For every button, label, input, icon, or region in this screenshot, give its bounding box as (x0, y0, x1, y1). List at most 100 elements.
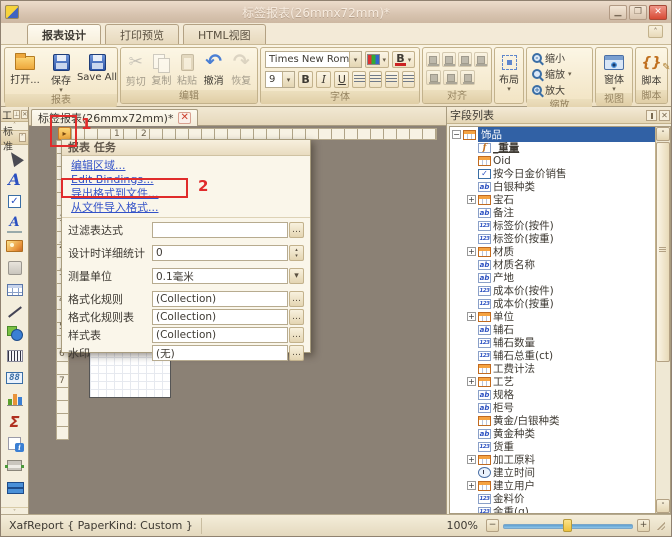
zoom-out-button[interactable]: - 缩小 (530, 50, 589, 65)
field-list-scrollbar[interactable]: ˄ ˅ (655, 127, 670, 513)
expander-icon[interactable]: + (467, 312, 476, 321)
chevron-down-icon[interactable]: ▾ (289, 268, 304, 284)
ribbon-tab-2[interactable]: 打印预览 (105, 24, 179, 44)
line-tool[interactable] (4, 303, 26, 320)
italic-button[interactable]: I (316, 71, 331, 88)
field-list-item[interactable]: +工艺 (450, 375, 655, 388)
zoom-in-button[interactable]: + 放大 (530, 82, 589, 97)
field-list-item[interactable]: 建立时间 (450, 466, 655, 479)
scroll-down-icon[interactable]: ˅ (656, 499, 670, 513)
expander-icon[interactable]: + (467, 195, 476, 204)
field-list-item[interactable]: ab材质名称 (450, 258, 655, 271)
copy-button[interactable]: 复制 (149, 50, 175, 87)
panel-tool[interactable] (4, 259, 26, 276)
picture-tool[interactable] (4, 237, 26, 254)
field-list-item[interactable]: ab辅石 (450, 323, 655, 336)
popup-field-editor[interactable]: (Collection) (152, 291, 288, 307)
field-list-item[interactable]: ab白银种类 (450, 180, 655, 193)
summary-tool[interactable]: Σ (4, 413, 26, 430)
align-right-button[interactable] (385, 71, 398, 88)
popup-link-4[interactable]: 从文件导入格式... (62, 201, 310, 215)
checkbox-tool[interactable]: ✓ (4, 193, 26, 210)
highlight-color-button[interactable]: ▾ (365, 51, 389, 68)
toolbox-category-standard[interactable]: 标准 ˄ (1, 130, 28, 145)
label-tool[interactable]: A (4, 171, 26, 188)
close-icon[interactable]: ✕ (21, 110, 28, 119)
field-list-item[interactable]: f_重量 (450, 141, 655, 154)
redo-button[interactable]: ↷ 恢复 (227, 50, 255, 87)
layout-button[interactable]: 布局 ▾ (497, 50, 521, 91)
ellipsis-button[interactable]: … (289, 222, 304, 238)
open-button[interactable]: 打开... (7, 50, 43, 86)
field-list-item[interactable]: +材质 (450, 245, 655, 258)
align-tops-button[interactable] (474, 52, 488, 67)
ellipsis-button[interactable]: … (289, 345, 304, 361)
paste-button[interactable]: 粘贴 (174, 50, 200, 87)
maximize-button[interactable]: ❐ (629, 5, 647, 20)
popup-field-editor[interactable]: (无) (152, 345, 288, 361)
font-color-button[interactable]: B ▾ (392, 51, 416, 68)
field-list-item[interactable]: ab规格 (450, 388, 655, 401)
expander-icon[interactable]: + (467, 481, 476, 490)
field-list-item[interactable]: ✓按今日金价销售 (450, 167, 655, 180)
save-button[interactable]: 保存 ▾ (43, 50, 79, 92)
align-middles-button[interactable] (426, 70, 441, 85)
script-button[interactable]: {} 脚本 (638, 50, 665, 87)
undo-button[interactable]: ↶ 撤消 (200, 50, 228, 87)
expander-icon[interactable]: + (467, 377, 476, 386)
field-list-item[interactable]: 123货重 (450, 440, 655, 453)
scrollbar-thumb[interactable] (656, 142, 670, 362)
table-tool[interactable] (4, 281, 26, 298)
shape-tool[interactable] (4, 325, 26, 342)
popup-field-editor[interactable]: (Collection) (152, 327, 288, 343)
collapse-icon[interactable]: − (452, 130, 461, 139)
zoom-minus-button[interactable]: − (486, 519, 499, 532)
pin-icon[interactable]: ⊥ (13, 110, 20, 119)
zoom-slider-thumb[interactable] (563, 519, 572, 532)
chevron-down-icon[interactable]: ▾ (349, 52, 361, 67)
digital-tool[interactable]: 88 (4, 369, 26, 386)
ribbon-tab-3[interactable]: HTML视图 (183, 24, 266, 44)
chevron-down-icon[interactable]: ▾ (282, 72, 294, 87)
pointer-tool[interactable] (4, 149, 26, 166)
font-name-combo[interactable]: Times New Roman ▾ (265, 51, 362, 68)
document-tab-close-icon[interactable]: ✕ (178, 112, 190, 124)
field-list-item[interactable]: +加工原料 (450, 453, 655, 466)
field-list-item[interactable]: ab黄金种类 (450, 427, 655, 440)
ellipsis-button[interactable]: … (289, 309, 304, 325)
field-list-item[interactable]: 工费计法 (450, 362, 655, 375)
pin-icon[interactable] (646, 110, 657, 121)
ellipsis-button[interactable]: … (289, 291, 304, 307)
expander-icon[interactable]: + (467, 247, 476, 256)
field-list-item[interactable]: 123金重(g) (450, 505, 655, 513)
align-lefts-button[interactable] (426, 52, 440, 67)
spin-up-icon[interactable]: ▴ (295, 248, 298, 253)
field-list-item[interactable]: +建立用户 (450, 479, 655, 492)
field-list-item[interactable]: +单位 (450, 310, 655, 323)
richtext-tool[interactable]: A (4, 215, 26, 232)
align-rights-button[interactable] (458, 52, 472, 67)
expander-icon[interactable]: + (467, 455, 476, 464)
font-size-combo[interactable]: 9 ▾ (265, 71, 295, 88)
minimize-button[interactable]: ▁ (609, 5, 627, 20)
close-icon[interactable]: ✕ (659, 110, 670, 121)
barcode-tool[interactable] (4, 347, 26, 364)
close-button[interactable]: ✕ (649, 5, 667, 20)
field-list-item[interactable]: 123金料价 (450, 492, 655, 505)
cut-button[interactable]: ✂ 剪切 (123, 50, 149, 88)
align-bottoms-button[interactable] (443, 70, 458, 85)
pageinfo-tool[interactable] (4, 435, 26, 452)
popup-link-1[interactable]: 编辑区域... (62, 159, 310, 173)
underline-button[interactable]: U (334, 71, 349, 88)
pagebreak-tool[interactable] (4, 457, 26, 474)
field-list-item[interactable]: 123成本价(按重) (450, 297, 655, 310)
field-list-item[interactable]: 123辅石总重(ct) (450, 349, 655, 362)
field-list-root[interactable]: −饰品 (450, 128, 655, 141)
zoom-button[interactable]: 缩放 ▾ (530, 66, 589, 81)
zoom-slider[interactable] (503, 519, 633, 532)
popup-field-editor[interactable] (152, 222, 288, 238)
popup-field-editor[interactable]: (Collection) (152, 309, 288, 325)
ribbon-tab-1[interactable]: 报表设计 (27, 24, 101, 44)
popup-field-editor[interactable]: 0.1毫米 (152, 268, 288, 284)
align-justify-button[interactable] (402, 71, 415, 88)
